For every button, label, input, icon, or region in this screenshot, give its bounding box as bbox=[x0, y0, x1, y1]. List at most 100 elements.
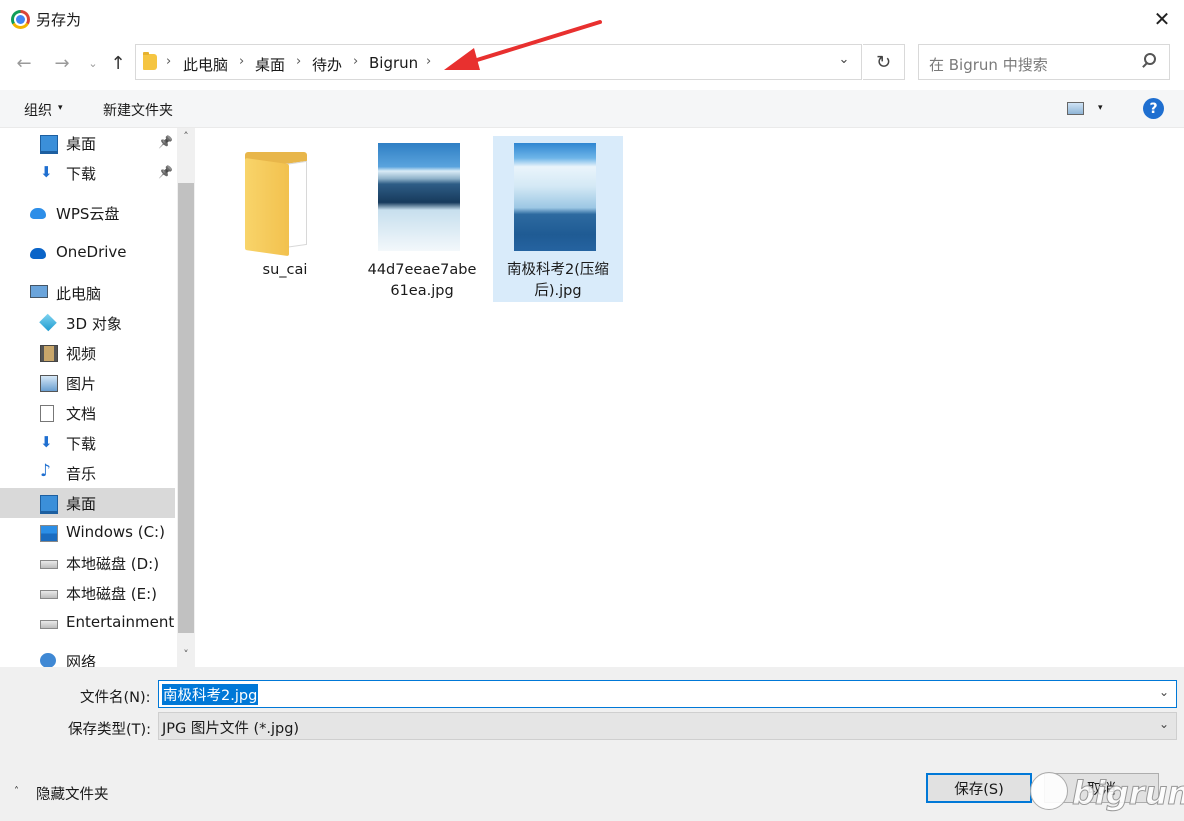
pin-icon[interactable]: 📌 bbox=[158, 165, 173, 179]
sidebar-item-label: 3D 对象 bbox=[66, 315, 122, 333]
sidebar-item[interactable]: ♪ 音乐 bbox=[0, 458, 175, 488]
chrome-icon bbox=[11, 10, 30, 29]
sidebar-item-label: 本地磁盘 (E:) bbox=[66, 585, 158, 603]
chevron-up-icon[interactable]: ˄ bbox=[14, 786, 28, 797]
breadcrumb-separator[interactable]: › bbox=[239, 54, 244, 69]
sidebar-item-label: 本地磁盘 (D:) bbox=[66, 555, 160, 573]
recent-locations-button[interactable]: ⌄ bbox=[84, 52, 102, 74]
sidebar-item[interactable]: 3D 对象 bbox=[0, 308, 175, 338]
folder-front bbox=[245, 158, 289, 257]
chevron-down-icon[interactable]: ⌄ bbox=[1159, 685, 1169, 699]
download-icon: ⬇ bbox=[40, 163, 53, 181]
cloud-icon bbox=[30, 208, 46, 219]
help-icon[interactable]: ? bbox=[1143, 98, 1164, 119]
sidebar-item-label: 文档 bbox=[66, 405, 97, 423]
file-item-image-selected[interactable]: 南极科考2(压缩 后).jpg bbox=[493, 136, 623, 302]
filetype-select[interactable]: JPG 图片文件 (*.jpg) ⌄ bbox=[158, 712, 1177, 740]
file-item-folder[interactable]: su_cai bbox=[220, 136, 350, 302]
back-button[interactable]: ← bbox=[12, 52, 36, 74]
breadcrumb-separator[interactable]: › bbox=[353, 54, 358, 69]
chevron-down-icon[interactable]: ▾ bbox=[1098, 103, 1103, 113]
sidebar-item[interactable]: Entertainment ( bbox=[0, 608, 185, 638]
navigation-pane: 桌面 📌 ⬇ 下载 📌 WPS云盘 OneDrive 此电脑 3D 对象 视频 图片 文档 ⬇ 下载 ♪ 音乐… bbox=[0, 128, 196, 667]
scroll-thumb[interactable] bbox=[178, 183, 194, 633]
sidebar-item[interactable]: 视频 bbox=[0, 338, 175, 368]
sidebar-item[interactable]: Windows (C:) bbox=[0, 518, 175, 548]
sidebar-item[interactable]: 网络 bbox=[0, 646, 175, 667]
chevron-down-icon[interactable]: ⌄ bbox=[1159, 717, 1169, 731]
chevron-down-icon[interactable]: ▾ bbox=[58, 103, 63, 113]
sidebar-item[interactable]: 桌面 📌 bbox=[0, 128, 175, 158]
breadcrumb-this-pc[interactable]: 此电脑 bbox=[183, 54, 228, 75]
document-icon bbox=[40, 405, 54, 422]
sidebar-item[interactable]: WPS云盘 bbox=[0, 198, 175, 228]
breadcrumb-separator[interactable]: › bbox=[166, 54, 171, 69]
image-thumbnail bbox=[514, 143, 596, 251]
desktop-icon bbox=[40, 495, 58, 514]
sidebar-item-label: 网络 bbox=[66, 653, 97, 667]
sidebar-item[interactable]: 本地磁盘 (D:) bbox=[0, 548, 175, 578]
drive-icon bbox=[40, 590, 58, 599]
save-button[interactable]: 保存(S) bbox=[926, 773, 1032, 803]
onedrive-icon bbox=[30, 248, 46, 259]
new-folder-button[interactable]: 新建文件夹 bbox=[103, 100, 173, 120]
toolbar: 组织 ▾ 新建文件夹 ▾ bbox=[0, 90, 1184, 128]
scroll-up-icon[interactable]: ˄ bbox=[177, 130, 195, 143]
file-item-image[interactable]: 44d7eeae7abe 61ea.jpg bbox=[357, 136, 487, 302]
filetype-label: 保存类型(T): bbox=[68, 722, 152, 738]
address-dropdown-icon[interactable]: ⌄ bbox=[835, 52, 853, 67]
image-thumbnail bbox=[378, 143, 460, 251]
watermark-mascot-icon bbox=[1030, 772, 1068, 810]
window-title: 另存为 bbox=[36, 11, 82, 29]
sidebar-item-label: OneDrive bbox=[56, 243, 127, 261]
sidebar-item-label: 下载 bbox=[66, 435, 97, 453]
sidebar-item[interactable]: 桌面 bbox=[0, 488, 175, 518]
forward-button[interactable]: → bbox=[50, 52, 74, 74]
refresh-button[interactable]: ↻ bbox=[863, 44, 905, 80]
breadcrumb-separator[interactable]: › bbox=[426, 54, 431, 69]
sidebar-item[interactable]: ⬇ 下载 📌 bbox=[0, 158, 175, 188]
pin-icon[interactable]: 📌 bbox=[158, 135, 173, 149]
download-icon: ⬇ bbox=[40, 433, 53, 451]
filename-field[interactable]: 南极科考2.jpg ⌄ bbox=[158, 680, 1177, 708]
scroll-down-icon[interactable]: ˅ bbox=[177, 648, 195, 661]
folder-icon bbox=[143, 52, 157, 70]
sidebar-item[interactable]: 图片 bbox=[0, 368, 175, 398]
breadcrumb-separator[interactable]: › bbox=[296, 54, 301, 69]
sidebar-item-label: Entertainment ( bbox=[66, 613, 185, 631]
search-box[interactable]: 在 Bigrun 中搜索 bbox=[918, 44, 1170, 80]
breadcrumb-bigrun[interactable]: Bigrun bbox=[369, 54, 418, 72]
hide-folders-toggle[interactable]: 隐藏文件夹 bbox=[36, 783, 109, 804]
filetype-value[interactable]: JPG 图片文件 (*.jpg) bbox=[162, 717, 299, 738]
network-icon bbox=[40, 653, 56, 667]
sidebar-item-label: 图片 bbox=[66, 375, 97, 393]
filename-label: 文件名(N): bbox=[80, 690, 151, 706]
file-list: su_cai 44d7eeae7abe 61ea.jpg 南极科考2(压缩 后)… bbox=[196, 128, 1184, 667]
breadcrumb-desktop[interactable]: 桌面 bbox=[255, 54, 285, 75]
view-options-icon[interactable] bbox=[1067, 102, 1084, 115]
drive-icon bbox=[40, 620, 58, 629]
desktop-icon bbox=[40, 135, 58, 154]
up-button[interactable]: ↑ bbox=[106, 52, 130, 74]
sidebar-item-label: Windows (C:) bbox=[66, 523, 165, 541]
search-icon[interactable] bbox=[1144, 53, 1156, 65]
sidebar-item[interactable]: ⬇ 下载 bbox=[0, 428, 175, 458]
search-input[interactable]: 在 Bigrun 中搜索 bbox=[929, 54, 1048, 75]
save-options-panel: 文件名(N): 南极科考2.jpg ⌄ 保存类型(T): JPG 图片文件 (*… bbox=[0, 667, 1184, 821]
breadcrumb-todo[interactable]: 待办 bbox=[312, 54, 342, 75]
close-button[interactable]: ✕ bbox=[1140, 0, 1184, 38]
sidebar-item[interactable]: 此电脑 bbox=[0, 278, 175, 308]
organize-menu[interactable]: 组织 bbox=[24, 100, 52, 120]
sidebar-scrollbar[interactable]: ˄ ˅ bbox=[177, 128, 195, 667]
sidebar-item-label: WPS云盘 bbox=[56, 205, 120, 223]
sidebar-item[interactable]: OneDrive bbox=[0, 238, 175, 268]
computer-icon bbox=[30, 285, 48, 298]
sidebar-item[interactable]: 文档 bbox=[0, 398, 175, 428]
sidebar-item-label: 桌面 bbox=[66, 495, 97, 513]
sidebar-item[interactable]: 本地磁盘 (E:) bbox=[0, 578, 175, 608]
file-name: 44d7eeae7abe 61ea.jpg bbox=[367, 262, 477, 299]
file-name: su_cai bbox=[262, 262, 308, 278]
filename-value[interactable]: 南极科考2.jpg bbox=[162, 684, 259, 705]
sidebar-item-label: 桌面 bbox=[66, 135, 97, 153]
sidebar-item-label: 视频 bbox=[66, 345, 97, 363]
